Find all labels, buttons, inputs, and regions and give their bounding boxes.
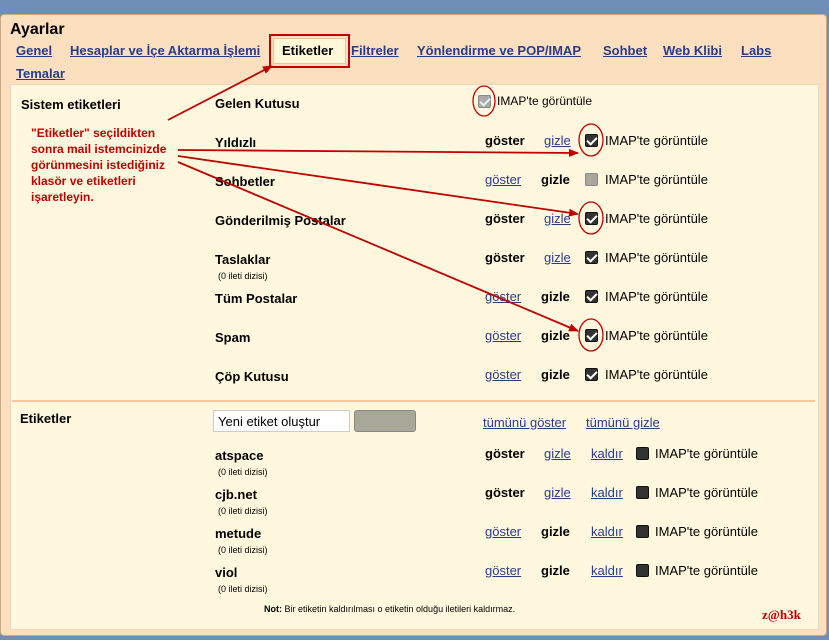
label-name: Taslaklar	[215, 252, 271, 267]
system-labels-heading: Sistem etiketleri	[21, 97, 121, 112]
remove-link[interactable]: kaldır	[591, 485, 623, 500]
tab-genel[interactable]: Genel	[16, 43, 52, 58]
hide-link[interactable]: gizle	[544, 211, 571, 226]
hide-link[interactable]: gizle	[544, 133, 571, 148]
imap-checkbox[interactable]	[636, 564, 649, 577]
label-name: Çöp Kutusu	[215, 369, 289, 384]
show-link[interactable]: göster	[485, 524, 521, 539]
show-link[interactable]: göster	[485, 133, 525, 148]
annotation-text: "Etiketler" seçildikten sonra mail istem…	[31, 126, 167, 204]
imap-checkbox[interactable]	[585, 329, 598, 342]
imap-label: IMAP'te görüntüle	[655, 563, 758, 578]
thread-count: (0 ileti dizisi)	[218, 467, 268, 477]
footer-note: Not: Bir etiketin kaldırılması o etiketi…	[264, 604, 515, 614]
thread-count: (0 ileti dizisi)	[218, 584, 268, 594]
tab-hesaplar[interactable]: Hesaplar ve İçe Aktarma İşlemi	[70, 43, 260, 58]
imap-label: IMAP'te görüntüle	[605, 172, 708, 187]
thread-count: (0 ileti dizisi)	[218, 545, 268, 555]
signature: z@h3k	[762, 607, 801, 622]
thread-count: (0 ileti dizisi)	[218, 271, 268, 281]
tab-etiketler[interactable]: Etiketler	[282, 43, 333, 58]
imap-label: IMAP'te görüntüle	[655, 485, 758, 500]
show-link[interactable]: göster	[485, 328, 521, 343]
create-label-button[interactable]	[354, 410, 416, 432]
imap-label: IMAP'te görüntüle	[605, 289, 708, 304]
tab-filtreler[interactable]: Filtreler	[351, 43, 399, 58]
imap-label: IMAP'te görüntüle	[605, 328, 708, 343]
label-name: Yıldızlı	[215, 135, 257, 150]
label-name: Gelen Kutusu	[215, 96, 300, 111]
label-name: metude	[215, 526, 262, 541]
show-all-link[interactable]: tümünü göster	[483, 415, 566, 430]
label-name: Gönderilmiş Postalar	[215, 213, 346, 228]
imap-label: IMAP'te görüntüle	[655, 446, 758, 461]
imap-checkbox[interactable]	[585, 173, 598, 186]
hide-link[interactable]: gizle	[544, 446, 571, 461]
show-link[interactable]: göster	[485, 446, 525, 461]
hide-link[interactable]: gizle	[541, 289, 570, 304]
new-label-input[interactable]	[213, 410, 350, 432]
imap-label: IMAP'te görüntüle	[605, 133, 708, 148]
tab-labs[interactable]: Labs	[741, 43, 771, 58]
imap-checkbox[interactable]	[585, 212, 598, 225]
labels-heading: Etiketler	[20, 411, 72, 426]
remove-link[interactable]: kaldır	[591, 446, 623, 461]
show-link[interactable]: göster	[485, 485, 525, 500]
tab-temalar[interactable]: Temalar	[16, 66, 65, 81]
imap-label: IMAP'te görüntüle	[497, 94, 593, 108]
label-name: Tüm Postalar	[215, 291, 298, 306]
page-title: Ayarlar	[10, 21, 65, 38]
imap-label: IMAP'te görüntüle	[605, 211, 708, 226]
label-name: Spam	[215, 330, 251, 345]
hide-link[interactable]: gizle	[541, 563, 570, 578]
imap-checkbox[interactable]	[585, 134, 598, 147]
hide-link[interactable]: gizle	[544, 485, 571, 500]
show-link[interactable]: göster	[485, 172, 521, 187]
hide-all-link[interactable]: tümünü gizle	[586, 415, 660, 430]
imap-label: IMAP'te görüntüle	[655, 524, 758, 539]
imap-label: IMAP'te görüntüle	[605, 367, 708, 382]
imap-checkbox[interactable]	[636, 447, 649, 460]
hide-link[interactable]: gizle	[541, 172, 570, 187]
hide-link[interactable]: gizle	[541, 328, 570, 343]
hide-link[interactable]: gizle	[544, 250, 571, 265]
show-link[interactable]: göster	[485, 563, 521, 578]
label-name: Sohbetler	[215, 174, 275, 189]
show-link[interactable]: göster	[485, 250, 525, 265]
show-link[interactable]: göster	[485, 289, 521, 304]
show-link[interactable]: göster	[485, 367, 521, 382]
imap-label: IMAP'te görüntüle	[605, 250, 708, 265]
remove-link[interactable]: kaldır	[591, 563, 623, 578]
imap-checkbox[interactable]	[636, 486, 649, 499]
label-name: viol	[215, 565, 238, 580]
imap-checkbox[interactable]	[585, 290, 598, 303]
tab-web-klibi[interactable]: Web Klibi	[663, 43, 722, 58]
imap-checkbox[interactable]	[636, 525, 649, 538]
imap-checkbox[interactable]	[478, 95, 491, 108]
section-divider	[12, 400, 815, 402]
label-name: cjb.net	[215, 487, 257, 502]
imap-checkbox[interactable]	[585, 368, 598, 381]
hide-link[interactable]: gizle	[541, 367, 570, 382]
show-link[interactable]: göster	[485, 211, 525, 226]
remove-link[interactable]: kaldır	[591, 524, 623, 539]
imap-checkbox[interactable]	[585, 251, 598, 264]
hide-link[interactable]: gizle	[541, 524, 570, 539]
tab-sohbet[interactable]: Sohbet	[603, 43, 647, 58]
note-text: Bir etiketin kaldırılması o etiketin old…	[282, 604, 516, 614]
label-name: atspace	[215, 448, 264, 463]
tab-yonlendirme[interactable]: Yönlendirme ve POP/IMAP	[417, 43, 581, 58]
thread-count: (0 ileti dizisi)	[218, 506, 268, 516]
note-prefix: Not:	[264, 604, 282, 614]
